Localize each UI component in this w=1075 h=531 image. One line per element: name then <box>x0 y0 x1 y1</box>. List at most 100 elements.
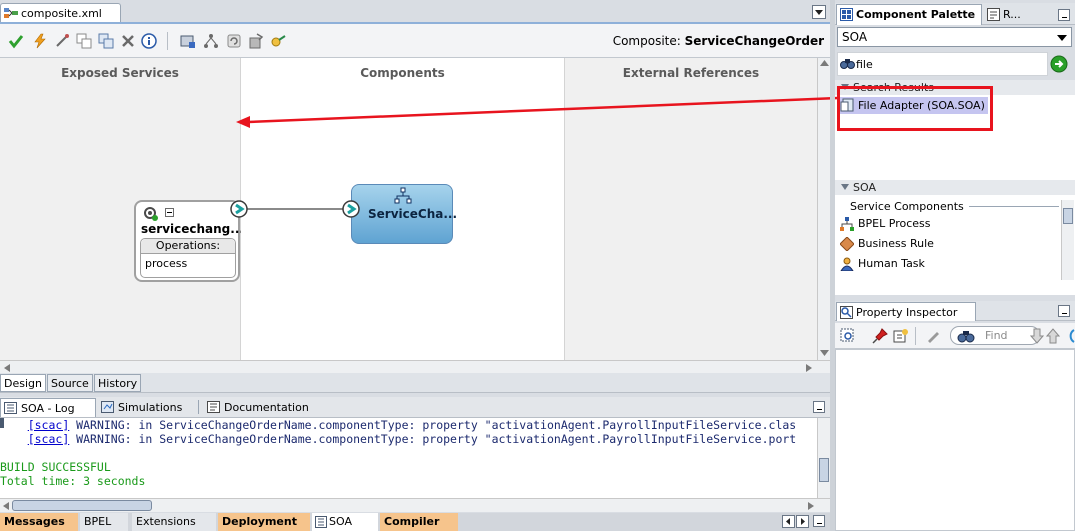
binoculars-icon <box>840 59 855 69</box>
editor-toolbar: Composite: ServiceChangeOrder <box>0 24 830 58</box>
brush-icon[interactable] <box>270 33 286 49</box>
find-in-editor-icon[interactable] <box>840 328 856 344</box>
minus-icon <box>167 212 172 213</box>
more-options-icon[interactable] <box>1065 328 1075 344</box>
human-task-icon <box>840 257 854 271</box>
exposed-service-node[interactable]: servicechang... Operations: process <box>134 200 241 282</box>
edit-properties-icon[interactable] <box>893 328 909 344</box>
tab-simulations[interactable]: Simulations <box>98 398 202 417</box>
palette-category-select[interactable]: SOA <box>837 27 1072 47</box>
operation-item[interactable]: process <box>141 254 235 273</box>
add-icon[interactable] <box>76 33 92 49</box>
scroll-right-icon[interactable] <box>808 502 814 510</box>
log-vertical-scrollbar[interactable] <box>817 418 830 498</box>
log-link[interactable]: [scac] <box>28 418 70 432</box>
soa-section-header[interactable]: SOA <box>835 180 1075 195</box>
arrow-up-icon[interactable] <box>1046 328 1060 344</box>
tab-scroll-right-icon[interactable] <box>796 515 809 528</box>
resource-icon <box>987 8 1000 21</box>
collapse-arrow-icon <box>841 184 849 190</box>
log-blank-line <box>0 446 817 460</box>
tab-messages[interactable]: Messages <box>0 513 78 531</box>
property-inspector-header: Property Inspector <box>835 301 1075 321</box>
tab-design[interactable]: Design <box>0 374 46 392</box>
canvas-horizontal-scrollbar[interactable] <box>0 360 830 373</box>
tab-deployment[interactable]: Deployment <box>218 513 310 531</box>
component-port-icon[interactable] <box>342 200 360 218</box>
info-icon[interactable] <box>141 33 157 49</box>
tab-documentation[interactable]: Documentation <box>204 398 324 417</box>
delete-icon[interactable] <box>120 33 136 49</box>
palette-item-business-rule[interactable]: Business Rule <box>838 235 934 253</box>
binoculars-icon <box>957 331 975 343</box>
collapse-toggle[interactable] <box>165 208 174 217</box>
editor-menu-button[interactable] <box>812 5 826 19</box>
validate-icon[interactable] <box>8 33 24 49</box>
deploy-icon[interactable] <box>180 33 196 49</box>
refresh-icon[interactable] <box>226 33 242 49</box>
pin-icon[interactable] <box>872 328 888 344</box>
log-scroll-thumb[interactable] <box>819 458 829 482</box>
inspector-toolbar: Find <box>835 323 1075 349</box>
scroll-down-icon[interactable] <box>820 350 829 356</box>
column-header-exposed-services: Exposed Services <box>61 66 179 80</box>
simulations-label: Simulations <box>118 401 183 414</box>
log-link[interactable]: [scac] <box>28 432 70 446</box>
tab-composite-xml[interactable]: composite.xml <box>0 3 121 23</box>
copy-icon[interactable] <box>98 33 114 49</box>
scroll-left-icon[interactable] <box>3 502 9 510</box>
log-top-marker <box>0 418 4 428</box>
tab-extensions[interactable]: Extensions <box>132 513 216 531</box>
pencil-icon[interactable] <box>925 328 941 344</box>
palette-search-input[interactable]: file <box>837 52 1048 76</box>
tab-compiler[interactable]: Compiler <box>380 513 458 531</box>
palette-item-bpel-process[interactable]: BPEL Process <box>838 215 930 233</box>
inspector-icon <box>840 306 853 319</box>
service-wire[interactable] <box>247 208 343 210</box>
palette-icon <box>840 8 853 21</box>
inspector-minimize-button[interactable] <box>1058 305 1070 317</box>
log-hscroll-thumb[interactable] <box>12 500 152 511</box>
tab-history[interactable]: History <box>94 374 142 392</box>
find-placeholder: Find <box>985 329 1008 342</box>
tab-resource-palette[interactable]: R... <box>985 5 1025 24</box>
service-port-icon[interactable] <box>230 200 248 218</box>
tab-source[interactable]: Source <box>47 374 93 392</box>
scroll-up-icon[interactable] <box>820 60 829 66</box>
arrow-down-icon[interactable] <box>1030 328 1044 344</box>
scroll-left-icon[interactable] <box>4 364 10 372</box>
status-minimize-button[interactable] <box>813 515 825 527</box>
palette-scrollbar[interactable] <box>1061 200 1074 280</box>
tab-property-inspector[interactable]: Property Inspector <box>836 302 976 321</box>
tab-component-palette[interactable]: Component Palette <box>836 4 982 25</box>
annotation-arrow <box>236 96 839 128</box>
tab-soa[interactable]: SOA <box>312 513 378 531</box>
panel-splitter[interactable] <box>830 0 835 531</box>
composite-name: ServiceChangeOrder <box>684 34 824 48</box>
tab-bpel[interactable]: BPEL <box>80 513 128 531</box>
log-panel-header: SOA - Log Simulations Documentation <box>0 397 830 418</box>
simulations-icon <box>101 401 114 413</box>
wand-icon[interactable] <box>54 33 70 49</box>
lightning-icon[interactable] <box>32 33 48 49</box>
palette-item-human-task[interactable]: Human Task <box>838 255 925 273</box>
log-minimize-button[interactable] <box>813 401 825 413</box>
composite-file-icon <box>4 8 18 18</box>
log-horizontal-scrollbar[interactable] <box>0 498 830 512</box>
tab-scroll-left-icon[interactable] <box>782 515 795 528</box>
inspector-find-input[interactable]: Find <box>950 326 1040 345</box>
property-inspector-body <box>835 349 1075 531</box>
log-line: [scac] WARNING: in ServiceChangeOrderNam… <box>27 418 797 432</box>
log-line: [scac] WARNING: in ServiceChangeOrderNam… <box>27 432 797 446</box>
bpel-component-node[interactable]: ServiceCha... <box>351 184 457 244</box>
log-output[interactable]: [scac] WARNING: in ServiceChangeOrderNam… <box>0 418 817 498</box>
palette-item-label: BPEL Process <box>858 217 931 230</box>
wsdl-icon[interactable] <box>248 33 264 49</box>
scroll-right-icon[interactable] <box>806 364 812 372</box>
soa-tab-label: SOA <box>329 515 352 528</box>
palette-scroll-thumb[interactable] <box>1063 208 1073 224</box>
search-go-icon[interactable] <box>1050 55 1068 73</box>
tab-soa-log[interactable]: SOA - Log <box>0 398 96 417</box>
tree-icon[interactable] <box>203 33 219 49</box>
palette-minimize-button[interactable] <box>1058 9 1070 21</box>
